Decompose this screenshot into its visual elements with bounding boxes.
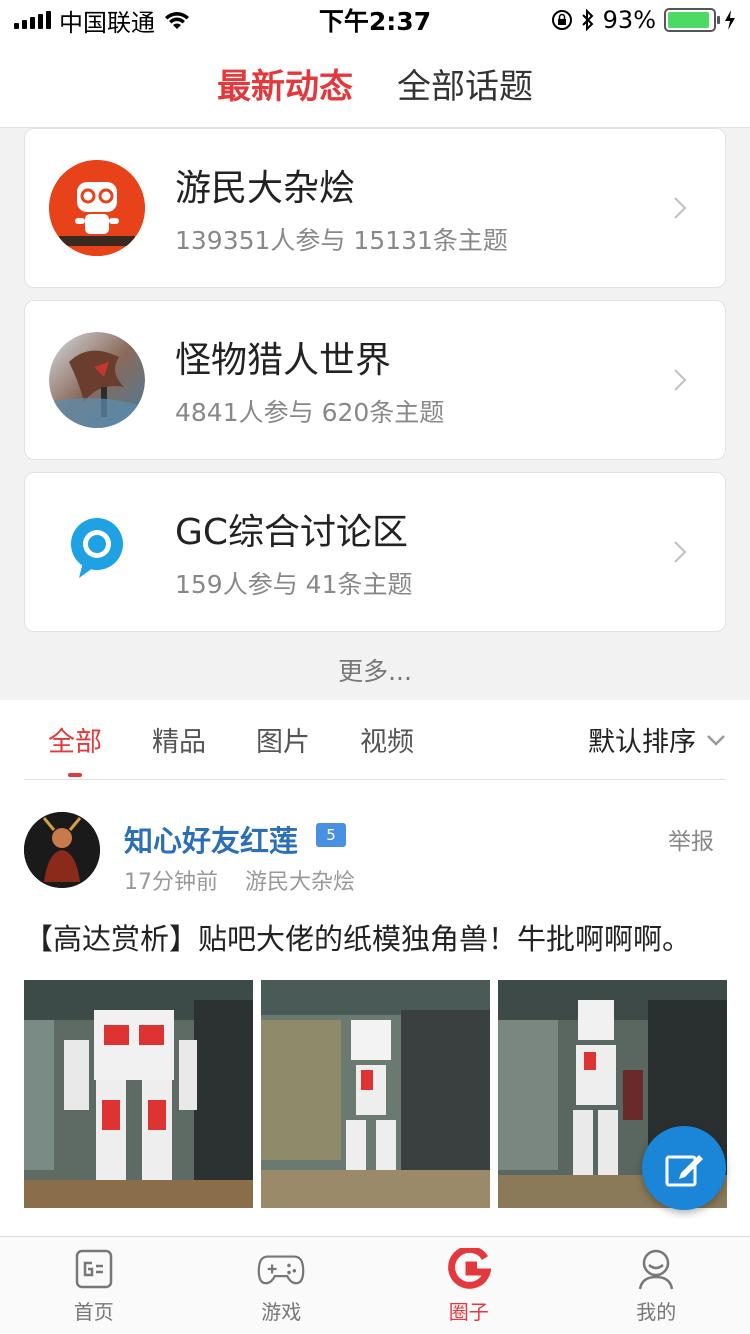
nav-label: 圈子: [448, 1300, 489, 1324]
post-item[interactable]: 知心好友红莲 5 举报 17分钟前 游民大杂烩 【高达赏析】贴吧大佬的纸模独角兽…: [0, 780, 750, 1235]
tab-latest[interactable]: 最新动态: [215, 59, 355, 108]
post-meta: 17分钟前 游民大杂烩: [124, 864, 355, 896]
monster-hunter-icon: [49, 332, 145, 428]
post-author-name[interactable]: 知心好友红莲: [124, 818, 298, 860]
carrier-label: 中国联通: [59, 8, 155, 37]
avatar[interactable]: [24, 812, 100, 888]
signal-icon: [14, 11, 51, 29]
gamersky-mascot-icon: [49, 160, 145, 256]
battery-icon: [664, 8, 720, 32]
circle-stats: 139351人参与 15131条主题: [175, 226, 508, 255]
post-image-1[interactable]: [24, 980, 253, 1208]
chevron-right-icon: [674, 197, 687, 219]
battery-percent: 93%: [602, 6, 656, 34]
nav-label: 首页: [73, 1300, 114, 1324]
circle-card-monster-hunter[interactable]: 怪物猎人世界 4841人参与 620条主题: [24, 300, 726, 460]
more-circles-link[interactable]: 更多...: [24, 652, 726, 688]
filter-tab-featured[interactable]: 精品: [152, 720, 206, 759]
chevron-right-icon: [674, 541, 687, 563]
status-bar: 中国联通 下午2:37 93%: [0, 0, 750, 40]
post-time: 17分钟前: [124, 870, 218, 895]
circle-card-gamersky[interactable]: 游民大杂烩 139351人参与 15131条主题: [24, 128, 726, 288]
report-button[interactable]: 举报: [668, 822, 714, 856]
circle-g-icon: [445, 1246, 493, 1292]
nav-circles[interactable]: 圈子: [375, 1237, 563, 1334]
circle-card-gamescom[interactable]: GC综合讨论区 159人参与 41条主题: [24, 472, 726, 632]
circle-name: 游民大杂烩: [175, 168, 356, 209]
compose-button[interactable]: [642, 1126, 726, 1210]
post-image-grid: [24, 980, 727, 1208]
gamescom-logo-icon: [49, 504, 145, 600]
filter-tab-bar: 全部 精品 图片 视频 默认排序: [24, 700, 726, 780]
profile-icon: [632, 1246, 680, 1292]
charging-icon: [725, 10, 735, 30]
post-image-2[interactable]: [261, 980, 490, 1208]
gamepad-icon: [257, 1246, 305, 1292]
home-icon: [70, 1246, 118, 1292]
nav-games[interactable]: 游戏: [188, 1237, 376, 1334]
post-text[interactable]: 【高达赏析】贴吧大佬的纸模独角兽！牛批啊啊啊。: [24, 916, 691, 958]
filter-tab-images[interactable]: 图片: [256, 720, 310, 759]
post-circle-link[interactable]: 游民大杂烩: [245, 870, 355, 895]
circle-name: 怪物猎人世界: [175, 340, 392, 381]
sort-dropdown[interactable]: 默认排序: [588, 720, 726, 759]
edit-icon: [665, 1155, 703, 1187]
filter-tab-all[interactable]: 全部: [48, 720, 102, 759]
circle-stats: 159人参与 41条主题: [175, 570, 413, 599]
bottom-nav: 首页 游戏 圈子 我的: [0, 1236, 750, 1334]
circle-name: GC综合讨论区: [175, 512, 409, 553]
circle-stats: 4841人参与 620条主题: [175, 398, 445, 427]
orientation-lock-icon: [551, 10, 572, 30]
chevron-right-icon: [674, 369, 687, 391]
tab-all-topics[interactable]: 全部话题: [395, 59, 535, 108]
nav-label: 游戏: [261, 1300, 302, 1324]
wifi-icon: [165, 12, 189, 29]
top-tab-bar: 最新动态 全部话题: [0, 40, 750, 128]
chevron-down-icon: [707, 734, 725, 746]
sort-label: 默认排序: [588, 727, 696, 758]
level-badge: 5: [316, 823, 346, 847]
filter-tab-videos[interactable]: 视频: [360, 720, 414, 759]
circles-section: 游民大杂烩 139351人参与 15131条主题 怪物猎人世界 4841人参与 …: [0, 128, 750, 700]
bluetooth-icon: [581, 9, 594, 31]
nav-label: 我的: [636, 1300, 677, 1324]
nav-home[interactable]: 首页: [0, 1237, 188, 1334]
nav-profile[interactable]: 我的: [563, 1237, 750, 1334]
